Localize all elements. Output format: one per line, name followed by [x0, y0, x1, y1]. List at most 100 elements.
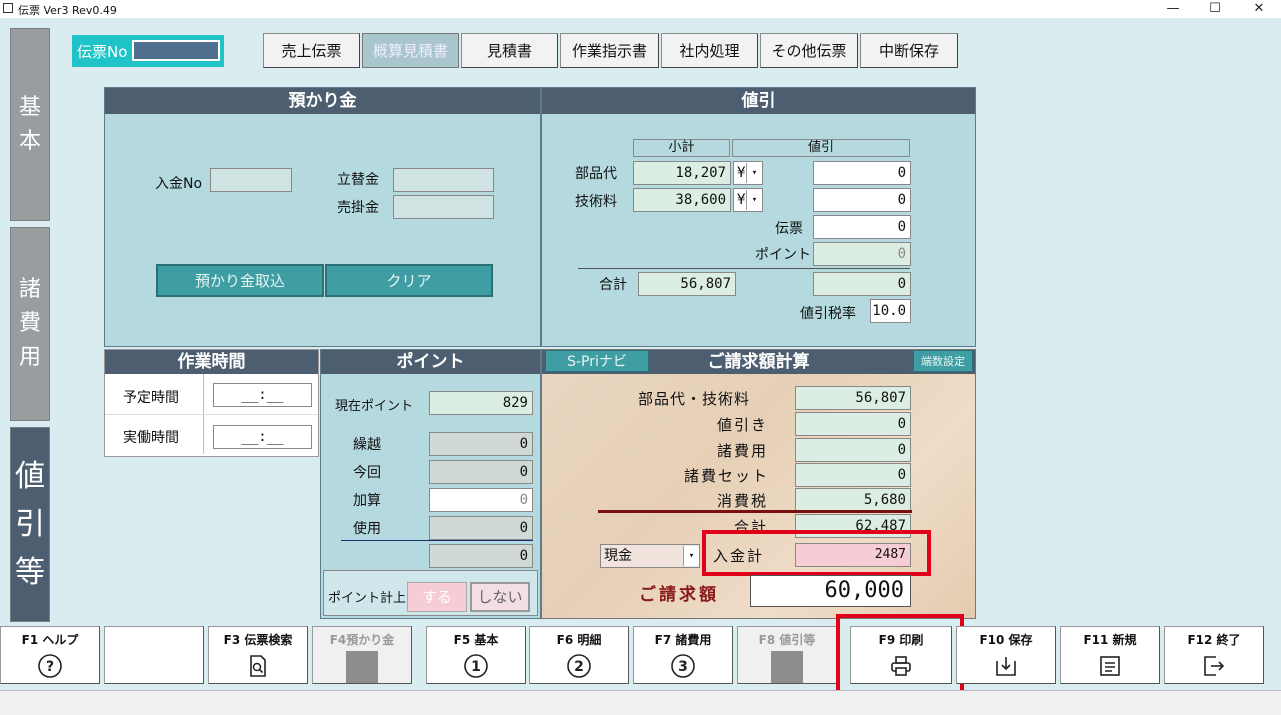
f7-shohiyo-button[interactable]: F7 諸費用 3	[633, 626, 733, 684]
tab-shohiyo[interactable]: 諸費用	[10, 227, 50, 421]
nyukin-field[interactable]: 2487	[795, 543, 911, 567]
kurikoshi-label: 繰越	[353, 437, 381, 453]
f5-kihon-button[interactable]: F5 基本 1	[426, 626, 526, 684]
tab-nebiki-label: 値引等	[15, 453, 45, 597]
f6-meisai-button[interactable]: F6 明細 2	[529, 626, 629, 684]
current-point-field: 829	[429, 391, 533, 415]
tab-nebiki[interactable]: 値引等	[10, 427, 50, 622]
point-divider	[341, 540, 533, 541]
total-subtotal-field: 56,807	[638, 272, 736, 296]
mitsumori-button[interactable]: 見積書	[461, 33, 558, 68]
gijutsu-subtotal-field: 38,600	[633, 188, 731, 212]
yotei-label: 予定時間	[123, 390, 179, 406]
shanai-shori-button[interactable]: 社内処理	[661, 33, 758, 68]
f9-label: F9 印刷	[878, 633, 924, 647]
f11-new-button[interactable]: F11 新規	[1060, 626, 1160, 684]
tatekae-field[interactable]	[393, 168, 494, 192]
yotei-field[interactable]: __:__	[213, 383, 312, 407]
point-title: ポイント	[321, 350, 540, 374]
point-discount-field: 0	[813, 242, 911, 266]
shohizei-field: 5,680	[795, 488, 911, 512]
svg-text:?: ?	[46, 659, 54, 675]
azukari-panel: 預かり金 入金No 立替金 売掛金 預かり金取込 クリア	[104, 87, 541, 347]
document-search-icon	[250, 655, 266, 677]
point-shinai-button[interactable]: しない	[470, 582, 530, 612]
f4-label: F4預かり金	[329, 633, 395, 647]
kasan-field[interactable]: 0	[429, 488, 533, 512]
chevron-down-icon: ▾	[746, 163, 762, 183]
nebiki-title: 値引	[542, 88, 975, 114]
chevron-down-icon: ▾	[746, 190, 762, 210]
gijutsu-unit-select[interactable]: ¥ ▾	[733, 188, 763, 212]
total-label: 合計	[599, 277, 627, 293]
buhin-subtotal-field: 18,207	[633, 161, 731, 185]
f12-label: F12 終了	[1187, 633, 1241, 647]
nyukin-no-field[interactable]	[210, 168, 292, 192]
nyukin-label: 入金計	[713, 547, 765, 565]
tab-char: 本	[18, 128, 41, 154]
point-discount-label: ポイント	[755, 247, 811, 263]
denpyo-discount-label: 伝票	[775, 221, 803, 237]
tab-char: 用	[18, 345, 41, 370]
f3-denpyo-search-button[interactable]: F3 伝票検索	[208, 626, 308, 684]
chevron-down-icon: ▾	[683, 546, 699, 566]
f8-nebiki-button[interactable]: F8 値引等	[737, 626, 837, 684]
f9-print-button[interactable]: F9 印刷	[850, 626, 952, 684]
payment-method-select[interactable]: 現金 ▾	[600, 544, 700, 568]
hasu-settei-button[interactable]: 端数設定	[913, 350, 973, 372]
jitsudo-field[interactable]: __:__	[213, 425, 312, 449]
denpyo-discount-field[interactable]: 0	[813, 215, 911, 239]
clear-button[interactable]: クリア	[325, 264, 493, 297]
f7-label: F7 諸費用	[654, 633, 712, 647]
current-point-label: 現在ポイント	[335, 399, 414, 414]
f10-save-button[interactable]: F10 保存	[956, 626, 1056, 684]
point-keijo-label: ポイント計上	[328, 591, 407, 606]
window-title: 伝票 Ver3 Rev0.49	[18, 4, 117, 17]
nyukin-no-label: 入金No	[155, 176, 203, 192]
shohi-set-label: 諸費セット	[684, 467, 770, 485]
buhin-gijutsu-field: 56,807	[795, 386, 911, 410]
f8-label: F8 値引等	[758, 633, 816, 647]
taxrate-field[interactable]: 10.0	[870, 299, 911, 323]
f12-exit-button[interactable]: F12 終了	[1164, 626, 1264, 684]
spri-navi-button[interactable]: S-Priナビ	[545, 350, 649, 372]
sonota-denpyo-button[interactable]: その他伝票	[760, 33, 858, 68]
sagyo-title: 作業時間	[105, 350, 318, 374]
shohiyo-field: 0	[795, 438, 911, 462]
seikyu-amount: 60,000	[750, 575, 911, 607]
tab-shohiyo-label: 諸費用	[19, 273, 41, 375]
kurikoshi-field: 0	[429, 432, 533, 456]
urikake-label: 売掛金	[337, 200, 379, 216]
tab-kihon[interactable]: 基本	[10, 28, 50, 221]
buhin-discount-field[interactable]: 0	[813, 161, 911, 185]
minimize-button[interactable]: —	[1163, 0, 1183, 18]
f1-help-button[interactable]: F1 ヘルプ ?	[0, 626, 100, 684]
grey-square-icon	[346, 651, 378, 683]
f3-label: F3 伝票検索	[223, 633, 293, 647]
jitsudo-label: 実働時間	[123, 430, 179, 446]
buhin-unit-value: ¥	[737, 165, 746, 181]
shiyo-field: 0	[429, 516, 533, 540]
shiyo-label: 使用	[353, 521, 381, 537]
exit-icon	[1204, 656, 1225, 676]
sagyo-shiji-button[interactable]: 作業指示書	[560, 33, 659, 68]
buhin-unit-select[interactable]: ¥ ▾	[733, 161, 763, 185]
gijutsu-unit-value: ¥	[737, 192, 746, 208]
svg-text:3: 3	[678, 659, 688, 675]
gijutsu-discount-field[interactable]: 0	[813, 188, 911, 212]
nebiki-panel: 値引 小計 値引 部品代 18,207 ¥ ▾ 0 技術料 38,600 ¥ ▾ 0…	[541, 87, 976, 347]
konkai-field: 0	[429, 460, 533, 484]
gaisan-mitsumori-button[interactable]: 概算見積書	[362, 33, 459, 68]
denpyo-no-field[interactable]	[132, 40, 220, 61]
help-circle-icon: ?	[38, 654, 62, 678]
maximize-button[interactable]: ☐	[1205, 0, 1225, 18]
chudan-hozon-button[interactable]: 中断保存	[860, 33, 958, 68]
close-button[interactable]: ✕	[1249, 0, 1269, 18]
point-result-field: 0	[429, 544, 533, 568]
uriage-denpyo-button[interactable]: 売上伝票	[263, 33, 360, 68]
point-suru-button[interactable]: する	[407, 582, 467, 612]
azukari-import-button[interactable]: 預かり金取込	[156, 264, 324, 297]
f2-blank-button[interactable]	[104, 626, 204, 684]
urikake-field[interactable]	[393, 195, 494, 219]
f4-azukari-button[interactable]: F4預かり金	[312, 626, 412, 684]
